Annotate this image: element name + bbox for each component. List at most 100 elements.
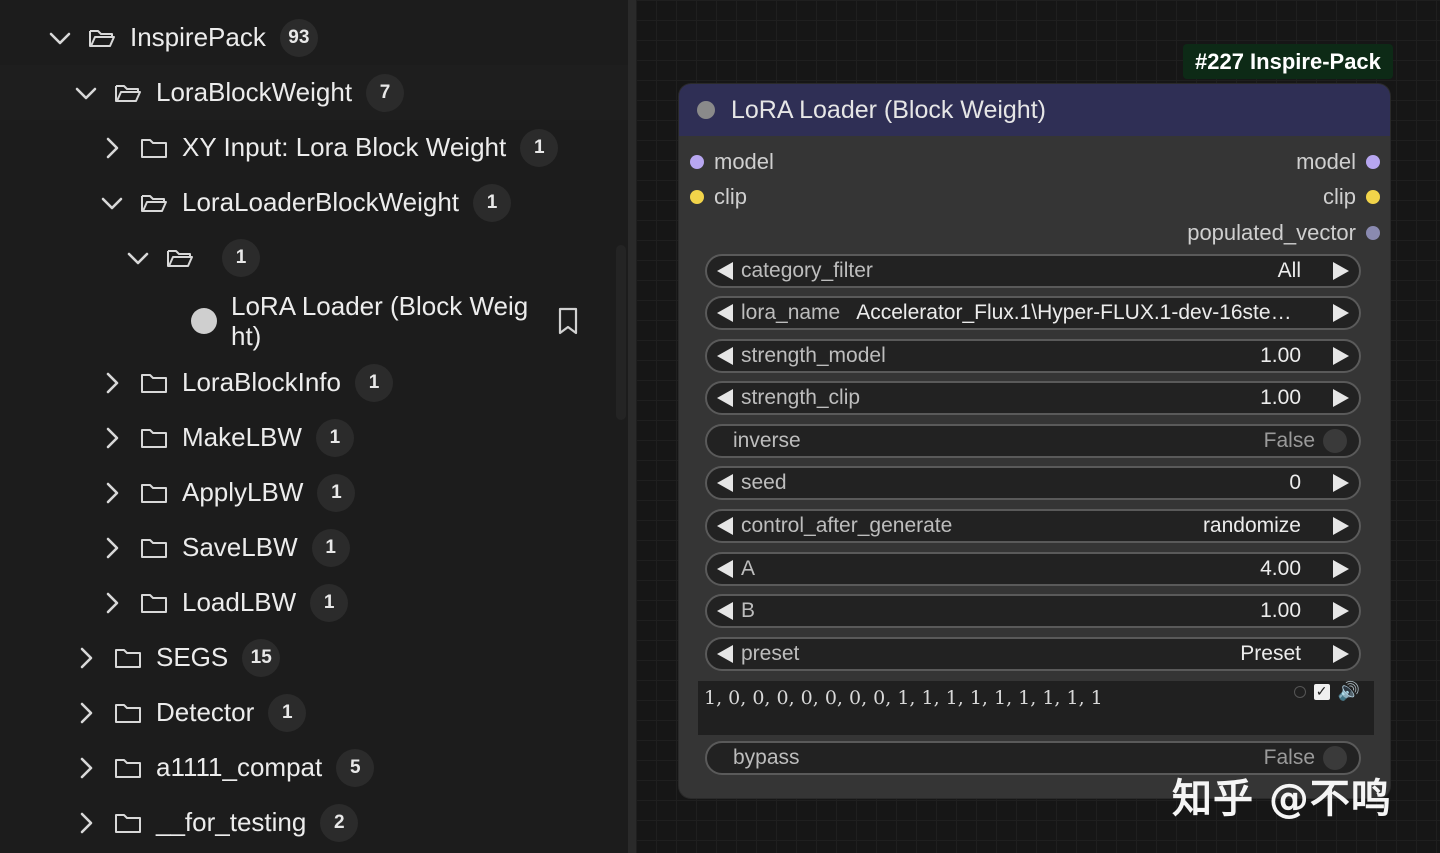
increment-arrow-icon[interactable] [1333, 560, 1349, 578]
slot-row: clip clip [679, 180, 1390, 214]
chevron-right-icon[interactable] [100, 481, 124, 505]
tree-folder-row[interactable]: SaveLBW 1 [0, 520, 628, 575]
node-id-tag: #227 Inspire-Pack [1183, 44, 1393, 79]
tree-folder-row[interactable]: LoraBlockInfo 1 [0, 355, 628, 410]
folder-open-icon [114, 81, 142, 105]
vector-textarea[interactable]: 1, 0, 0, 0, 0, 0, 0, 0, 1, 1, 1, 1, 1, 1… [698, 681, 1374, 735]
widget-inverse[interactable]: inverse False [705, 424, 1361, 458]
tree-folder-row[interactable]: LoraLoaderBlockWeight 1 [0, 175, 628, 230]
folder-icon [140, 371, 168, 395]
widget-name: A [741, 557, 756, 580]
tree-folder-row[interactable]: Detector 1 [0, 685, 628, 740]
bookmark-icon[interactable] [556, 307, 580, 335]
widget-category-filter[interactable]: category_filter All [705, 254, 1361, 288]
chevron-down-icon[interactable] [126, 246, 150, 270]
chevron-down-icon[interactable] [48, 26, 72, 50]
count-badge: 15 [242, 638, 281, 677]
decrement-arrow-icon[interactable] [717, 602, 733, 620]
output-slot-populated_vector[interactable]: populated_vector [1187, 216, 1380, 250]
output-slot-model[interactable]: model [1296, 145, 1380, 179]
folder-icon [140, 426, 168, 450]
toggle-knob-icon[interactable] [1323, 429, 1347, 453]
tree-folder-row[interactable]: MakeLBW 1 [0, 410, 628, 465]
count-badge: 1 [310, 583, 349, 622]
decrement-arrow-icon[interactable] [717, 262, 733, 280]
increment-arrow-icon[interactable] [1333, 645, 1349, 663]
tree-folder-label: LoadLBW [182, 587, 297, 617]
tree-folder-row[interactable]: 1 [0, 230, 628, 285]
increment-arrow-icon[interactable] [1333, 304, 1349, 322]
count-badge: 7 [366, 73, 405, 112]
input-slot-model[interactable]: model [690, 145, 774, 179]
chevron-right-icon[interactable] [74, 646, 98, 670]
decrement-arrow-icon[interactable] [717, 517, 733, 535]
tree-folder-row[interactable]: a1111_compat 5 [0, 740, 628, 795]
chevron-right-icon[interactable] [74, 756, 98, 780]
tree-folder-label: LoraBlockWeight [156, 77, 353, 107]
radio-icon[interactable] [1293, 685, 1306, 698]
input-slot-clip[interactable]: clip [690, 180, 747, 214]
increment-arrow-icon[interactable] [1333, 602, 1349, 620]
chevron-right-icon[interactable] [74, 701, 98, 725]
chevron-right-icon[interactable] [100, 591, 124, 615]
input-socket-icon[interactable] [690, 190, 704, 204]
tree-folder-row[interactable]: XY Input: Lora Block Weight 1 [0, 120, 628, 175]
node-title: LoRA Loader (Block Weight) [731, 95, 1046, 124]
widget-preset[interactable]: preset Preset [705, 637, 1361, 671]
folder-icon [114, 701, 142, 725]
tree-folder-row[interactable]: ApplyLBW 1 [0, 465, 628, 520]
widget-value: 4.00 [1260, 557, 1301, 580]
widget-A[interactable]: A 4.00 [705, 552, 1361, 586]
chevron-right-icon[interactable] [100, 536, 124, 560]
folder-open-icon [166, 246, 194, 270]
decrement-arrow-icon[interactable] [717, 474, 733, 492]
decrement-arrow-icon[interactable] [717, 304, 733, 322]
decrement-arrow-icon[interactable] [717, 560, 733, 578]
output-socket-icon[interactable] [1366, 155, 1380, 169]
chevron-right-icon[interactable] [100, 426, 124, 450]
tree-folder-row[interactable]: SEGS 15 [0, 630, 628, 685]
node-header[interactable]: LoRA Loader (Block Weight) [679, 84, 1390, 136]
speaker-icon[interactable]: 🔊 [1338, 681, 1360, 702]
chevron-right-icon[interactable] [100, 136, 124, 160]
count-badge: 1 [315, 418, 354, 457]
count-badge: 2 [320, 803, 359, 842]
increment-arrow-icon[interactable] [1333, 389, 1349, 407]
widget-name: control_after_generate [741, 514, 953, 537]
widget-B[interactable]: B 1.00 [705, 594, 1361, 628]
widget-strength-model[interactable]: strength_model 1.00 [705, 339, 1361, 373]
output-socket-icon[interactable] [1366, 190, 1380, 204]
chevron-down-icon[interactable] [74, 81, 98, 105]
chevron-down-icon[interactable] [100, 191, 124, 215]
collapse-dot-icon[interactable] [697, 101, 715, 119]
increment-arrow-icon[interactable] [1333, 517, 1349, 535]
chevron-right-icon[interactable] [100, 371, 124, 395]
panel-divider[interactable] [628, 0, 636, 853]
tree-leaf-node[interactable]: LoRA Loader (Block Weig ht) [0, 285, 628, 357]
increment-arrow-icon[interactable] [1333, 474, 1349, 492]
decrement-arrow-icon[interactable] [717, 645, 733, 663]
decrement-arrow-icon[interactable] [717, 389, 733, 407]
output-socket-icon[interactable] [1366, 226, 1380, 240]
folder-icon [140, 481, 168, 505]
tree-folder-row[interactable]: LoadLBW 1 [0, 575, 628, 630]
folder-open-icon [88, 26, 116, 50]
input-socket-icon[interactable] [690, 155, 704, 169]
chevron-right-icon[interactable] [74, 811, 98, 835]
checkbox-icon[interactable]: ✓ [1313, 683, 1330, 700]
output-slot-clip[interactable]: clip [1323, 180, 1380, 214]
widget-seed[interactable]: seed 0 [705, 466, 1361, 500]
tree-folder-row[interactable]: InspirePack 93 [0, 10, 628, 65]
widget-name: category_filter [741, 259, 873, 282]
increment-arrow-icon[interactable] [1333, 262, 1349, 280]
widget-control-after-generate[interactable]: control_after_generate randomize [705, 509, 1361, 543]
lora-loader-node[interactable]: LoRA Loader (Block Weight) model model cli… [679, 84, 1390, 798]
increment-arrow-icon[interactable] [1333, 347, 1349, 365]
folder-icon [114, 756, 142, 780]
widget-strength-clip[interactable]: strength_clip 1.00 [705, 381, 1361, 415]
folder-icon [140, 591, 168, 615]
tree-folder-row[interactable]: LoraBlockWeight 7 [0, 65, 628, 120]
tree-folder-row[interactable]: __for_testing 2 [0, 795, 628, 850]
widget-lora-name[interactable]: lora_name Accelerator_Flux.1\Hyper-FLUX.1… [705, 296, 1361, 330]
decrement-arrow-icon[interactable] [717, 347, 733, 365]
